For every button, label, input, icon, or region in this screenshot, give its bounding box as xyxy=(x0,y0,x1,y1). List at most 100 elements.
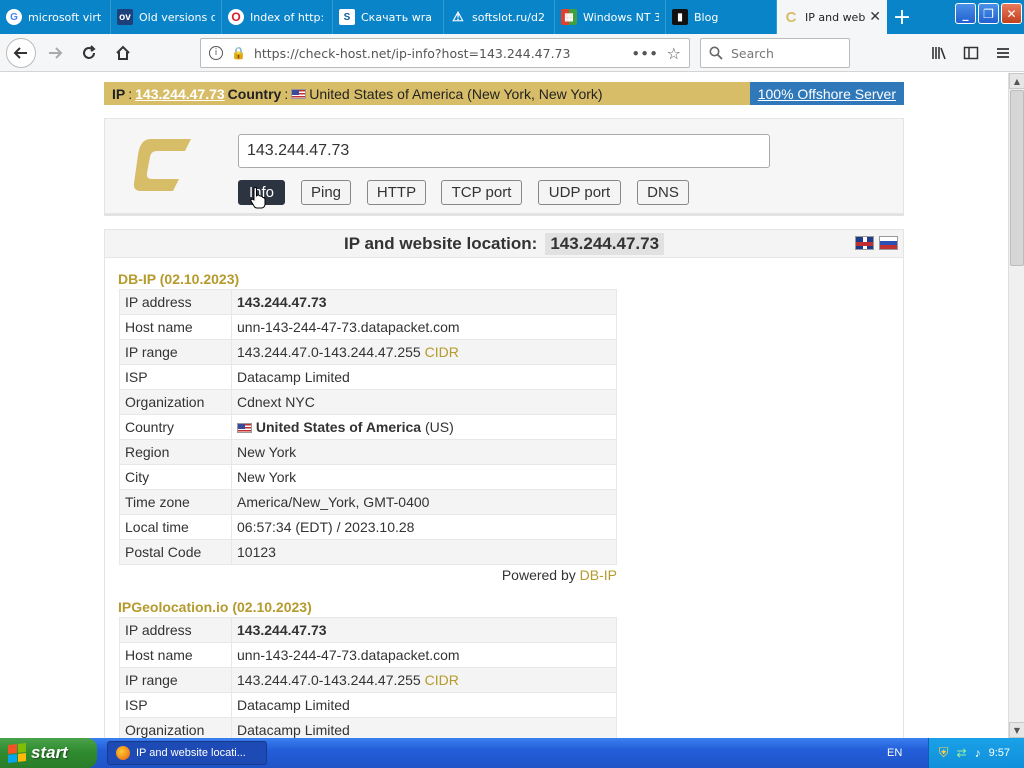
host-input[interactable] xyxy=(238,134,770,168)
tab-title: IP and web xyxy=(805,10,866,24)
windows-icon: ▦ xyxy=(561,9,577,25)
terminal-icon: ▮ xyxy=(672,9,688,25)
scroll-up-icon[interactable]: ▲ xyxy=(1009,73,1024,89)
table-row: IP address 143.244.47.73 xyxy=(119,617,617,643)
taskbar-item-firefox[interactable]: IP and website locati... xyxy=(107,741,267,765)
browser-tab-strip: G microsoft virt ov Old versions o O Ind… xyxy=(0,0,1024,34)
tab-3[interactable]: S Скачать wra xyxy=(333,0,444,34)
clock[interactable]: 9:57 xyxy=(989,747,1010,759)
url-text[interactable]: https://check-host.net/ip-info?host=143.… xyxy=(254,46,624,61)
ip-link[interactable]: 143.244.47.73 xyxy=(135,86,225,102)
taskbar-item-title: IP and website locati... xyxy=(136,747,246,759)
windows-logo-icon xyxy=(8,743,26,763)
start-button[interactable]: start xyxy=(0,738,97,768)
warning-icon: ⚠ xyxy=(452,9,464,24)
table-row: Organization Datacamp Limited xyxy=(119,717,617,738)
tab-title: microsoft virt xyxy=(28,10,102,24)
cidr-link[interactable]: CIDR xyxy=(425,344,459,360)
firefox-icon xyxy=(116,746,130,760)
table-row: ISP Datacamp Limited xyxy=(119,364,617,390)
page-actions-icon[interactable]: ••• xyxy=(632,46,659,61)
us-flag-icon xyxy=(291,88,307,99)
russian-flag-icon[interactable] xyxy=(879,236,898,250)
dns-button[interactable]: DNS xyxy=(637,180,689,205)
language-indicator[interactable]: EN xyxy=(887,747,902,759)
library-icon xyxy=(932,47,946,60)
table-row: ISP Datacamp Limited xyxy=(119,692,617,718)
minimize-button[interactable]: _ xyxy=(955,3,976,24)
bookmark-star-icon[interactable]: ☆ xyxy=(667,44,681,63)
tab-title: Blog xyxy=(694,10,719,24)
google-icon: G xyxy=(6,9,22,25)
ip-label: IP xyxy=(112,85,126,102)
table-row: IP range 143.244.47.0-143.244.47.255 CIDR xyxy=(119,667,617,693)
restore-button[interactable]: ❐ xyxy=(978,3,999,24)
tab-7-active[interactable]: C IP and web ✕ xyxy=(777,0,887,34)
library-button[interactable] xyxy=(924,38,954,68)
tab-2[interactable]: O Index of http: xyxy=(222,0,333,34)
scrollbar-thumb[interactable] xyxy=(1010,90,1024,266)
source-title-dbip: DB-IP (02.10.2023) xyxy=(118,271,240,287)
check-host-logo[interactable] xyxy=(133,137,193,193)
hamburger-icon xyxy=(997,48,1009,58)
home-button[interactable] xyxy=(108,38,138,68)
english-flag-icon[interactable] xyxy=(855,236,874,250)
search-icon xyxy=(709,46,723,60)
menu-button[interactable] xyxy=(988,38,1018,68)
lock-icon[interactable]: 🔒 xyxy=(231,46,246,60)
table-row: Organization Cdnext NYC xyxy=(119,389,617,415)
forward-button[interactable] xyxy=(40,38,70,68)
tab-1[interactable]: ov Old versions o xyxy=(111,0,222,34)
home-icon xyxy=(116,45,130,60)
cidr-link[interactable]: CIDR xyxy=(425,672,459,688)
offshore-server-link[interactable]: 100% Offshore Server xyxy=(749,82,904,105)
windows-taskbar: start IP and website locati... ⛨ ⇄ ♪ 9:5… xyxy=(0,738,1024,768)
info-icon[interactable]: i xyxy=(209,46,223,60)
udp-port-button[interactable]: UDP port xyxy=(538,180,621,205)
close-tab-icon[interactable]: ✕ xyxy=(865,9,881,25)
window-controls: _ ❐ ✕ xyxy=(955,0,1024,34)
table-row: City New York xyxy=(119,464,617,490)
country-label: Country xyxy=(227,85,282,102)
new-tab-button[interactable]: + xyxy=(887,0,917,34)
dbip-table: IP address 143.244.47.73 Host name unn-143… xyxy=(119,289,617,565)
tab-0[interactable]: G microsoft virt xyxy=(0,0,111,34)
system-tray: ⛨ ⇄ ♪ 9:57 xyxy=(927,738,1024,768)
check-panel: Info Ping HTTP TCP port UDP port DNS xyxy=(104,118,904,216)
toolbar-right xyxy=(924,38,1018,68)
source-title-ipgeolocation: IPGeolocation.io (02.10.2023) xyxy=(118,599,312,615)
search-placeholder: Search xyxy=(731,45,774,61)
oldversion-icon: ov xyxy=(117,9,133,25)
tab-title: Windows NT 3 xyxy=(583,10,659,24)
tab-6[interactable]: ▮ Blog xyxy=(666,0,777,34)
hand-cursor-icon xyxy=(250,187,266,209)
tab-5[interactable]: ▦ Windows NT 3 xyxy=(555,0,666,34)
tab-4[interactable]: ⚠ softslot.ru/d2 xyxy=(444,0,555,34)
ping-button[interactable]: Ping xyxy=(301,180,351,205)
opera-icon: O xyxy=(228,9,244,25)
result-header: IP and website location: 143.244.47.73 xyxy=(105,230,903,258)
powered-by: Powered by DB-IP xyxy=(501,567,617,583)
close-window-button[interactable]: ✕ xyxy=(1001,3,1022,24)
vertical-scrollbar[interactable]: ▲ ▼ xyxy=(1008,73,1024,738)
table-row: Host name unn-143-244-47-73.datapacket.co… xyxy=(119,642,617,668)
reload-button[interactable] xyxy=(74,38,104,68)
us-flag-icon xyxy=(237,423,252,434)
scroll-down-icon[interactable]: ▼ xyxy=(1009,722,1024,738)
result-heading-ip: 143.244.47.73 xyxy=(545,232,665,255)
start-label: start xyxy=(31,743,68,762)
volume-icon[interactable]: ♪ xyxy=(975,746,981,760)
http-button[interactable]: HTTP xyxy=(367,180,426,205)
search-box[interactable]: Search xyxy=(700,38,850,68)
document-icon: S xyxy=(339,9,355,25)
back-button[interactable] xyxy=(6,37,36,68)
table-row: IP address 143.244.47.73 xyxy=(119,289,617,315)
ip-info-bar: IP: 143.244.47.73 Country: United States… xyxy=(104,82,904,105)
address-bar[interactable]: i 🔒 https://check-host.net/ip-info?host=… xyxy=(200,38,690,68)
shield-icon[interactable]: ⛨ xyxy=(939,745,949,761)
sidebar-button[interactable] xyxy=(956,38,986,68)
tcp-port-button[interactable]: TCP port xyxy=(441,180,522,205)
powered-by-link[interactable]: DB-IP xyxy=(580,567,617,583)
result-heading: IP and website location: xyxy=(343,233,538,253)
network-icon[interactable]: ⇄ xyxy=(957,746,967,760)
